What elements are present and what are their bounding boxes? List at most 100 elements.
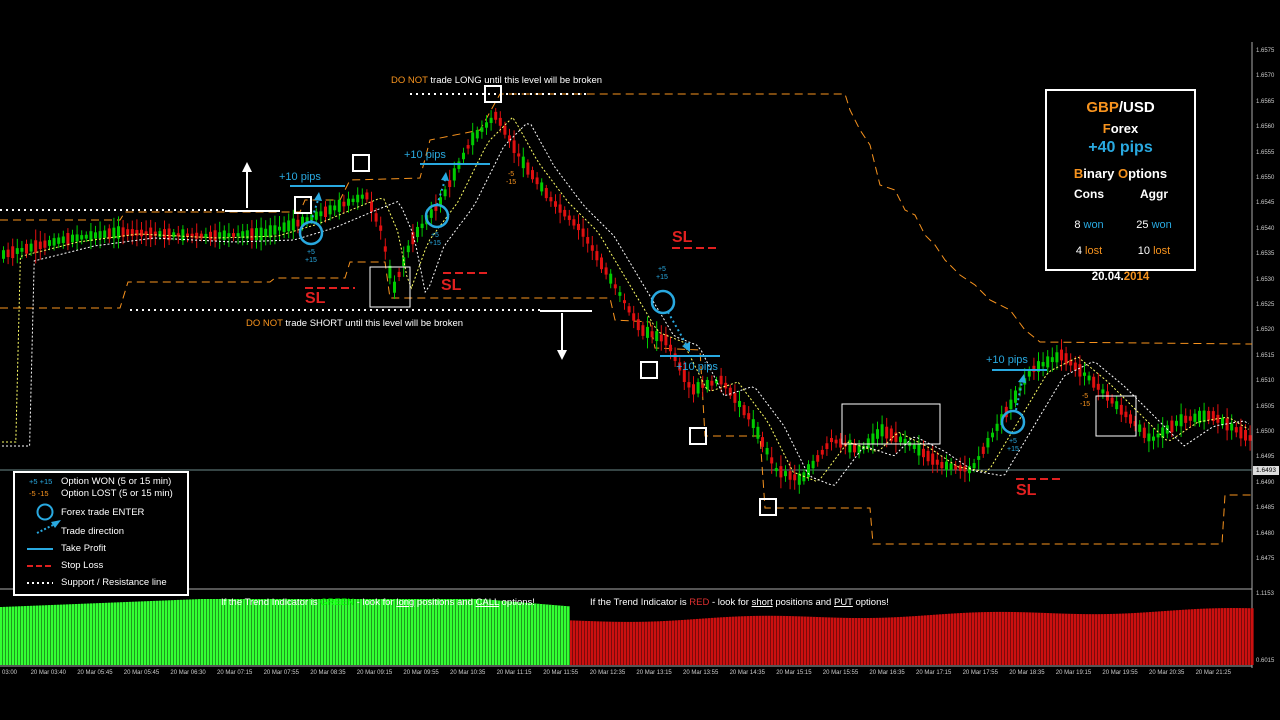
trend-bar [576, 620, 579, 665]
candle-body [1147, 433, 1151, 442]
chart-top-band [0, 0, 1280, 42]
trend-bar [858, 618, 861, 665]
trend-bar [81, 603, 84, 665]
candle-body [213, 230, 217, 241]
candle-body [296, 219, 300, 227]
trend-bar [795, 616, 798, 665]
candle-body [84, 234, 88, 239]
trend-bar [1080, 614, 1083, 665]
candle-body [650, 331, 654, 338]
candle-body [531, 170, 534, 180]
candle-body [80, 235, 84, 240]
trend-bar [684, 619, 687, 665]
trend-bar [1212, 608, 1215, 665]
candle-body [1129, 414, 1132, 424]
candle-body [627, 306, 631, 313]
trend-bar [450, 599, 453, 665]
trend-bar [285, 599, 288, 665]
trend-bar [1233, 608, 1236, 665]
tg-b: - look for [354, 597, 397, 608]
tg-call: CALL [475, 597, 499, 608]
candle-body [209, 231, 212, 240]
trend-bar [90, 603, 93, 665]
candle-body [1041, 362, 1045, 367]
trend-bar [825, 617, 828, 665]
trend-bar [192, 599, 195, 665]
trend-bar [354, 599, 357, 665]
trend-bar [399, 599, 402, 665]
trend-bar [693, 619, 696, 665]
trend-bar [12, 606, 15, 665]
candle-body [1179, 414, 1183, 427]
trend-bar [822, 617, 825, 665]
candle-body [613, 284, 617, 289]
trend-bar [1137, 612, 1140, 665]
candle-body [232, 233, 235, 237]
trend-bar [951, 613, 954, 665]
date-main: 20.04. [1091, 271, 1124, 283]
trend-bar [1239, 608, 1242, 665]
trend-bar [378, 599, 381, 665]
candle-body [747, 413, 751, 420]
trend-bar [210, 599, 213, 665]
trend-bar [648, 621, 651, 665]
candle-body [278, 226, 281, 231]
trend-bar [525, 602, 528, 665]
trend-bar [780, 615, 783, 665]
trend-bar [222, 599, 225, 665]
trend-bar [891, 617, 894, 665]
trend-bar [1248, 608, 1251, 665]
trend-bar [426, 599, 429, 665]
candle-body [319, 211, 323, 217]
candle-body [899, 436, 902, 443]
time-tick-label: 20 Mar 03:40 [30, 670, 66, 676]
trend-bar [258, 599, 261, 665]
signal-box-5 [640, 361, 658, 379]
candle-body [406, 245, 410, 253]
trend-bar [531, 603, 534, 665]
trend-bar [981, 612, 984, 665]
trend-bar [219, 599, 222, 665]
trend-bar [72, 604, 75, 665]
candle-body [494, 111, 498, 120]
trend-bar [54, 604, 57, 665]
trend-bar [882, 617, 885, 665]
candle-body [623, 300, 626, 304]
candle-body [383, 246, 387, 252]
won-plus15: +15 [1007, 446, 1019, 453]
candle-body [963, 466, 967, 472]
legend-tp-label: Take Profit [61, 543, 106, 554]
price-tick-label: 1.6530 [1256, 276, 1275, 283]
trend-bar [1194, 609, 1197, 665]
forex-enter-circle-3 [650, 289, 676, 315]
candle-body [554, 201, 557, 207]
trend-bar [498, 600, 501, 665]
trend-bar [501, 600, 504, 665]
trend-bar [1029, 612, 1032, 665]
trend-bar [954, 613, 957, 665]
trend-bar [510, 601, 513, 665]
lost-minus15: -15 [1080, 401, 1091, 408]
trend-bar [765, 615, 768, 665]
trend-bar [297, 599, 300, 665]
trend-bar [453, 599, 456, 665]
candle-body [641, 325, 645, 336]
trend-bar [243, 599, 246, 665]
indicator-axis-max: 1.1153 [1256, 591, 1274, 597]
trend-bar [768, 615, 771, 665]
candle-body [1156, 433, 1160, 438]
candle-body [2, 250, 5, 259]
trend-bar [798, 616, 801, 665]
trend-bar [1167, 610, 1170, 665]
trend-bar [6, 606, 9, 665]
trend-bar [312, 599, 315, 665]
candle-body [1046, 356, 1050, 368]
trend-bar [1236, 608, 1239, 665]
trend-bar [69, 604, 72, 665]
trend-bar [732, 616, 735, 665]
trend-bar [276, 599, 279, 665]
trend-bar [429, 599, 432, 665]
candle-body [968, 466, 971, 474]
candle-body [949, 463, 953, 470]
trend-bar [996, 611, 999, 665]
